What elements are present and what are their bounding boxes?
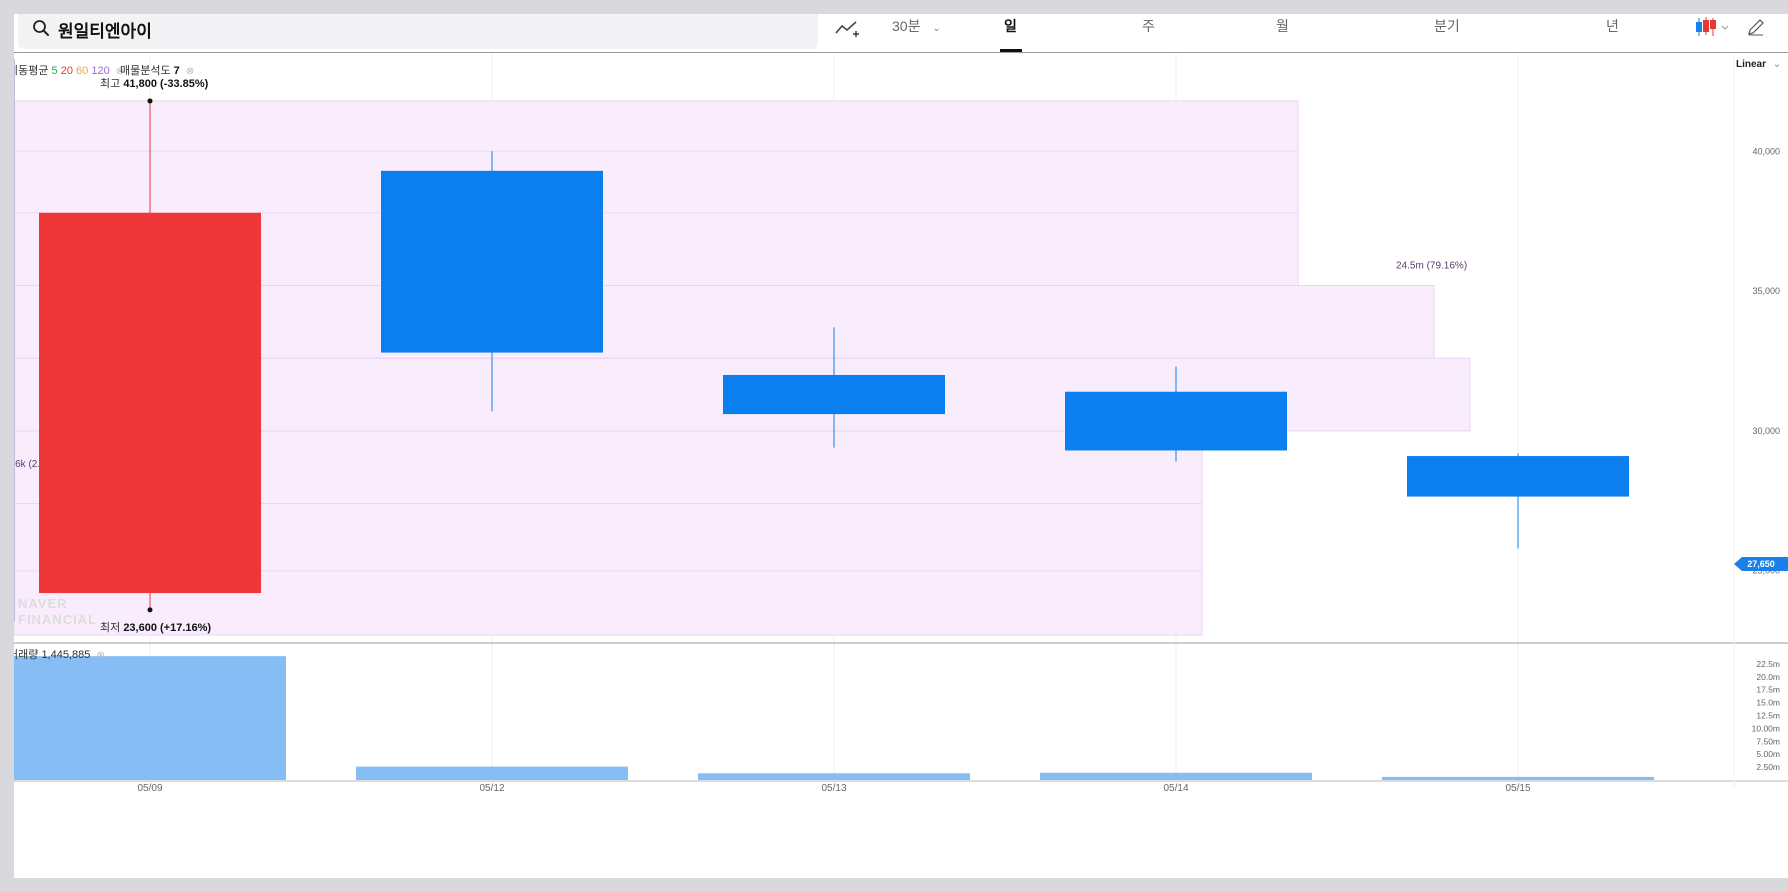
price-tick-label: 30,000	[1752, 426, 1780, 436]
volume-tick-label: 15.0m	[1756, 698, 1780, 708]
volume-bar	[14, 656, 286, 780]
date-tick-label: 05/13	[821, 783, 846, 794]
interval-label: 30분	[892, 18, 921, 34]
volume-bar	[698, 773, 970, 780]
chart-toolbar: 원일티엔아이 30분 ⌄ 일 주 월 분기 년	[14, 14, 1788, 53]
volume-tick-label: 22.5m	[1756, 659, 1780, 669]
volume-tick-label: 10.00m	[1752, 723, 1780, 733]
ma60-label: 60	[76, 65, 89, 77]
volume-tick-label: 20.0m	[1756, 672, 1780, 682]
tab-quarter[interactable]: 분기	[1434, 14, 1460, 52]
price-tick-label: 35,000	[1752, 286, 1780, 296]
volume-bar	[356, 766, 628, 780]
price-axis: 25,00030,00035,00040,000	[1752, 146, 1780, 575]
active-tab-underline	[1000, 49, 1022, 52]
volume-profile-label: 24.5m (79.16%)	[1396, 261, 1467, 272]
scale-mode-dropdown[interactable]: Linear ⌄	[1736, 59, 1781, 70]
candle-body	[39, 212, 261, 594]
close-icon[interactable]: ⊗	[96, 650, 104, 661]
tab-week[interactable]: 주	[1142, 14, 1155, 52]
candle-body	[723, 374, 945, 415]
ma-label: 이동평균	[14, 65, 49, 77]
watermark-line: FINANCIAL	[18, 612, 98, 627]
stock-name[interactable]: 원일티엔아이	[58, 17, 152, 42]
add-indicator-icon[interactable]	[834, 17, 860, 39]
date-tick-label: 05/14	[1163, 783, 1188, 794]
volume-series: 2.50m 5.00m 7.50m 10.00m 12.5m 15.0m 17.5m 20.0…	[14, 656, 1780, 780]
ma5-label: 5	[51, 65, 58, 77]
volume-bar	[1040, 772, 1312, 780]
chart-frame: 원일티엔아이 30분 ⌄ 일 주 월 분기 년 6k 24.5m (79.16%…	[14, 14, 1788, 878]
stock-search-box[interactable]: 원일티엔아이	[18, 14, 818, 49]
price-chart[interactable]: 746k (2.41%)2.92m (9.44%)2.78m (9.00%)24…	[14, 53, 1788, 878]
date-tick-label: 05/12	[479, 783, 504, 794]
pencil-icon[interactable]	[1746, 17, 1766, 37]
low-label: 최저	[100, 622, 121, 634]
ma20-label: 20	[60, 65, 73, 77]
chart-left-edge	[14, 59, 15, 621]
price-tick-label: 40,000	[1752, 146, 1780, 156]
high-label: 최고	[100, 78, 121, 90]
date-tick-label: 05/09	[137, 783, 162, 794]
volume-tick-label: 5.00m	[1756, 749, 1780, 759]
high-value: 41,800 (-33.85%)	[123, 78, 209, 90]
low-value: 23,600 (+17.16%)	[123, 622, 212, 634]
high-annotation: 최고 41,800 (-33.85%)	[100, 75, 208, 91]
volume-legend[interactable]: 거래량 1,445,885 ⊗	[14, 646, 105, 662]
low-marker	[147, 607, 153, 613]
scale-mode-label: Linear	[1736, 59, 1767, 70]
candle-body	[1065, 391, 1287, 451]
volume-tick-label: 17.5m	[1756, 685, 1780, 695]
volume-tick-label: 2.50m	[1756, 762, 1780, 772]
tab-month[interactable]: 월	[1276, 14, 1289, 52]
low-annotation: 최저 23,600 (+17.16%)	[100, 619, 211, 635]
chevron-down-icon: ⌄	[932, 23, 941, 34]
candle-body	[381, 170, 603, 353]
watermark: NAVER FINANCIAL	[18, 596, 97, 628]
date-axis: 05/09 05/12 05/13 05/14 05/15	[137, 783, 1530, 794]
volume-label: 거래량	[14, 649, 39, 661]
date-tick-label: 05/15	[1505, 783, 1530, 794]
search-icon[interactable]	[32, 19, 50, 37]
volume-value: 1,445,885	[41, 649, 91, 661]
interval-dropdown[interactable]: 30분 ⌄	[892, 14, 941, 52]
tab-year[interactable]: 년	[1606, 14, 1619, 52]
tab-day[interactable]: 일	[1004, 14, 1017, 52]
watermark-line: NAVER	[18, 596, 68, 611]
volume-bar	[1382, 776, 1654, 780]
last-price-tag: 27,650	[1734, 557, 1788, 571]
chevron-down-icon: ⌄	[1772, 59, 1782, 70]
candle-body	[1407, 456, 1629, 497]
volume-tick-label: 12.5m	[1756, 711, 1780, 721]
high-marker	[147, 98, 153, 104]
volume-tick-label: 7.50m	[1756, 736, 1780, 746]
candle-type-icon[interactable]	[1694, 16, 1732, 38]
